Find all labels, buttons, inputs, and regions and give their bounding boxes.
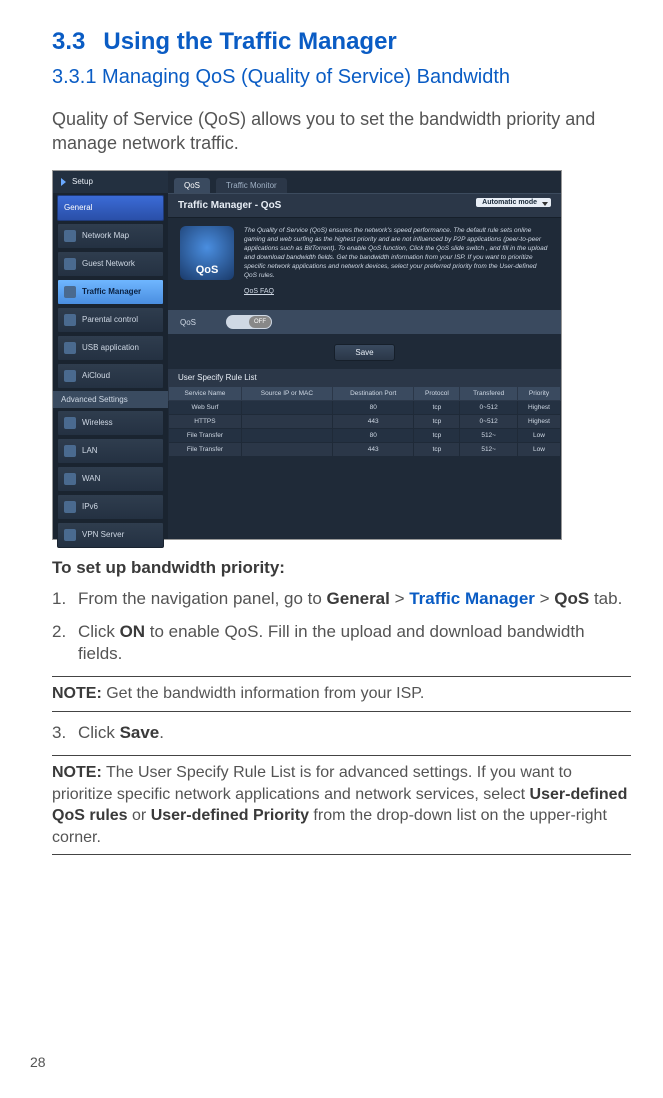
qos-faq-link[interactable]: QoS FAQ <box>244 288 274 295</box>
sidebar-item-wan[interactable]: WAN <box>57 466 164 492</box>
col-dest-port: Destination Port <box>332 387 414 401</box>
col-protocol: Protocol <box>414 387 460 401</box>
table-row: File Transfer443tcp512~Low <box>169 443 561 457</box>
ipv6-icon <box>64 501 76 513</box>
cloud-icon <box>64 370 76 382</box>
router-screenshot: Setup General Network Map Guest Network … <box>52 170 562 540</box>
section-name: Using the Traffic Manager <box>103 28 396 56</box>
subsection-title: 3.3.1 Managing QoS (Quality of Service) … <box>52 66 631 89</box>
sidebar-setup-header: Setup <box>53 171 168 193</box>
tab-traffic-monitor[interactable]: Traffic Monitor <box>216 178 287 193</box>
steps-list: From the navigation panel, go to General… <box>52 588 631 667</box>
sidebar-item-guest-network[interactable]: Guest Network <box>57 251 164 277</box>
sidebar-item-lan[interactable]: LAN <box>57 438 164 464</box>
section-title: 3.3 Using the Traffic Manager <box>52 28 631 56</box>
save-button[interactable]: Save <box>334 344 394 361</box>
subsection-number: 3.3.1 <box>52 66 96 88</box>
router-main: QoS Traffic Monitor Traffic Manager - Qo… <box>168 171 561 539</box>
tab-qos[interactable]: QoS <box>174 178 210 193</box>
gauge-icon <box>64 286 76 298</box>
page-number: 28 <box>30 1054 46 1070</box>
router-tabs: QoS Traffic Monitor <box>168 171 561 193</box>
steps-list-cont: Click Save. <box>52 722 631 745</box>
setup-heading: To set up bandwidth priority: <box>52 558 631 578</box>
col-source-ip: Source IP or MAC <box>241 387 332 401</box>
rule-list-header: User Specify Rule List <box>168 369 561 386</box>
globe-icon <box>64 230 76 242</box>
save-row: Save <box>168 334 561 369</box>
col-priority: Priority <box>517 387 560 401</box>
rule-table: Service Name Source IP or MAC Destinatio… <box>168 386 561 457</box>
router-sidebar: Setup General Network Map Guest Network … <box>53 171 168 539</box>
sidebar-item-traffic-manager[interactable]: Traffic Manager <box>57 279 164 305</box>
table-row: File Transfer80tcp512~Low <box>169 429 561 443</box>
user-icon <box>64 258 76 270</box>
note-2: NOTE: The User Specify Rule List is for … <box>52 755 631 855</box>
sidebar-general[interactable]: General <box>57 195 164 221</box>
router-page-title: Traffic Manager - QoS Automatic mode <box>168 193 561 218</box>
sidebar-item-parental-control[interactable]: Parental control <box>57 307 164 333</box>
description-text: The Quality of Service (QoS) ensures the… <box>244 226 549 281</box>
sidebar-item-network-map[interactable]: Network Map <box>57 223 164 249</box>
sidebar-item-vpn-server[interactable]: VPN Server <box>57 522 164 548</box>
intro-paragraph: Quality of Service (QoS) allows you to s… <box>52 107 631 156</box>
wifi-icon <box>64 417 76 429</box>
section-number: 3.3 <box>52 28 85 56</box>
step-1: From the navigation panel, go to General… <box>52 588 631 611</box>
table-row: Web Surf80tcp0~512Highest <box>169 401 561 415</box>
qos-toggle-label: QoS <box>180 318 196 327</box>
table-header-row: Service Name Source IP or MAC Destinatio… <box>169 387 561 401</box>
shield-icon <box>64 314 76 326</box>
qos-toggle-row: QoS OFF <box>168 310 561 334</box>
col-transferred: Transfered <box>460 387 518 401</box>
vpn-icon <box>64 529 76 541</box>
sidebar-item-wireless[interactable]: Wireless <box>57 410 164 436</box>
qos-toggle[interactable]: OFF <box>226 315 272 329</box>
qos-logo-icon <box>180 226 234 280</box>
subsection-name: Managing QoS (Quality of Service) Bandwi… <box>102 66 510 88</box>
wan-icon <box>64 473 76 485</box>
usb-icon <box>64 342 76 354</box>
sidebar-item-usb-application[interactable]: USB application <box>57 335 164 361</box>
sidebar-item-ipv6[interactable]: IPv6 <box>57 494 164 520</box>
col-service-name: Service Name <box>169 387 242 401</box>
step-2: Click ON to enable QoS. Fill in the uplo… <box>52 621 631 667</box>
description-area: The Quality of Service (QoS) ensures the… <box>168 218 561 307</box>
note-1: NOTE: Get the bandwidth information from… <box>52 676 631 712</box>
sidebar-advanced-header: Advanced Settings <box>53 391 168 408</box>
step-3: Click Save. <box>52 722 631 745</box>
sidebar-item-aicloud[interactable]: AiCloud <box>57 363 164 389</box>
mode-dropdown[interactable]: Automatic mode <box>476 198 551 207</box>
toggle-knob: OFF <box>249 316 271 328</box>
lan-icon <box>64 445 76 457</box>
table-row: HTTPS443tcp0~512Highest <box>169 415 561 429</box>
